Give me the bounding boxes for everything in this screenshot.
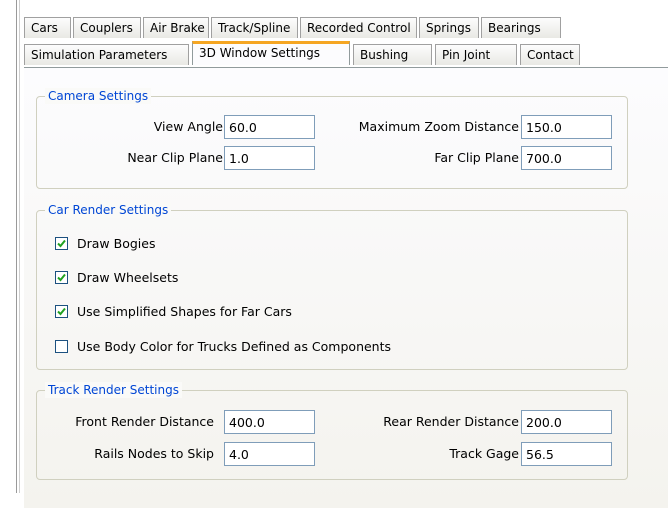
camera-settings-legend: Camera Settings bbox=[45, 88, 152, 104]
front-render-distance-label: Front Render Distance bbox=[75, 414, 214, 429]
view-angle-label: View Angle bbox=[153, 119, 223, 134]
draw-wheelsets-option[interactable]: Draw Wheelsets bbox=[55, 270, 178, 285]
car-render-settings-group: Car Render Settings Draw Bogies Draw Whe… bbox=[36, 202, 628, 370]
tab-bearings[interactable]: Bearings bbox=[481, 17, 561, 38]
draw-wheelsets-label: Draw Wheelsets bbox=[77, 270, 179, 285]
window-border-line-inner bbox=[19, 0, 20, 493]
tab-recorded-control[interactable]: Recorded Control bbox=[300, 17, 417, 38]
tab-air-brake[interactable]: Air Brake bbox=[143, 17, 209, 38]
draw-wheelsets-checkbox[interactable] bbox=[55, 271, 68, 284]
rear-render-distance-label: Rear Render Distance bbox=[383, 414, 519, 429]
simplified-shapes-option[interactable]: Use Simplified Shapes for Far Cars bbox=[55, 304, 292, 319]
tab-simulation-parameters[interactable]: Simulation Parameters bbox=[24, 44, 189, 65]
near-clip-plane-input[interactable] bbox=[224, 146, 315, 170]
body-color-trucks-checkbox[interactable] bbox=[55, 340, 68, 353]
checkmark-icon bbox=[57, 307, 66, 316]
car-render-settings-legend: Car Render Settings bbox=[45, 202, 172, 218]
track-render-settings-group: Track Render Settings Front Render Dista… bbox=[36, 382, 628, 480]
tab-couplers[interactable]: Couplers bbox=[73, 17, 141, 38]
far-clip-plane-label: Far Clip Plane bbox=[434, 150, 519, 165]
rails-nodes-to-skip-label: Rails Nodes to Skip bbox=[94, 446, 214, 461]
rails-nodes-to-skip-input[interactable] bbox=[224, 442, 315, 466]
far-clip-plane-input[interactable] bbox=[521, 146, 612, 170]
checkmark-icon bbox=[57, 273, 66, 282]
body-color-trucks-option[interactable]: Use Body Color for Trucks Defined as Com… bbox=[55, 339, 391, 354]
track-gage-label: Track Gage bbox=[449, 446, 519, 461]
tab-pin-joint[interactable]: Pin Joint bbox=[435, 44, 517, 65]
simplified-shapes-label: Use Simplified Shapes for Far Cars bbox=[77, 304, 292, 319]
tab-bushing[interactable]: Bushing bbox=[353, 44, 432, 65]
tab-springs[interactable]: Springs bbox=[419, 17, 479, 38]
checkmark-icon bbox=[57, 239, 66, 248]
rear-render-distance-input[interactable] bbox=[521, 410, 612, 434]
max-zoom-distance-label: Maximum Zoom Distance bbox=[358, 119, 519, 134]
window-border-line bbox=[16, 0, 17, 493]
tab-3d-window-settings[interactable]: 3D Window Settings bbox=[192, 41, 350, 65]
track-render-settings-legend: Track Render Settings bbox=[45, 382, 182, 398]
draw-bogies-checkbox[interactable] bbox=[55, 237, 68, 250]
view-angle-input[interactable] bbox=[224, 115, 315, 139]
tab-cars[interactable]: Cars bbox=[24, 17, 71, 38]
camera-settings-group: Camera Settings View Angle Maximum Zoom … bbox=[36, 88, 628, 189]
tab-track-spline[interactable]: Track/Spline bbox=[211, 17, 298, 38]
tab-contact[interactable]: Contact bbox=[520, 44, 580, 65]
max-zoom-distance-input[interactable] bbox=[521, 115, 612, 139]
draw-bogies-label: Draw Bogies bbox=[77, 236, 156, 251]
draw-bogies-option[interactable]: Draw Bogies bbox=[55, 236, 155, 251]
track-gage-input[interactable] bbox=[521, 442, 612, 466]
body-color-trucks-label: Use Body Color for Trucks Defined as Com… bbox=[77, 339, 392, 354]
near-clip-plane-label: Near Clip Plane bbox=[127, 150, 223, 165]
front-render-distance-input[interactable] bbox=[224, 410, 315, 434]
simplified-shapes-checkbox[interactable] bbox=[55, 305, 68, 318]
